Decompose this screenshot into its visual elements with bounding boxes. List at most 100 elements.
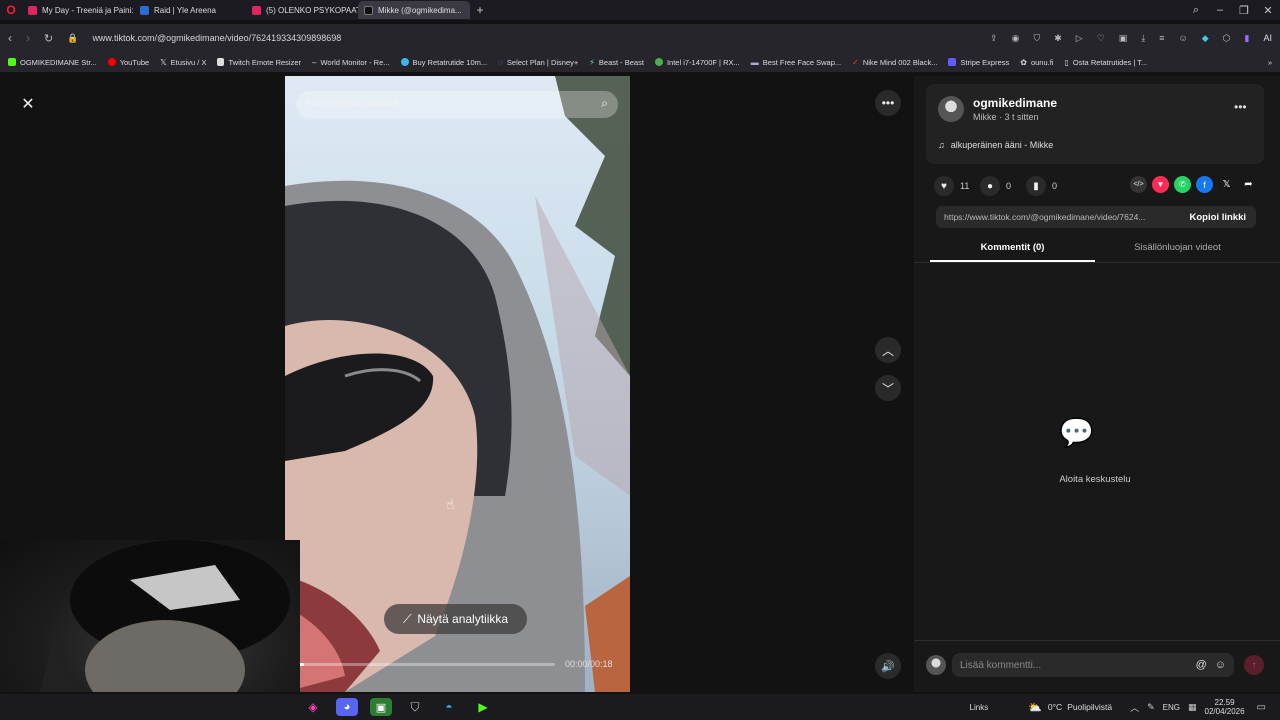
bookmark-item[interactable]: ✓ Nike Mind 002 Black...	[852, 58, 937, 67]
links-toolbar[interactable]: Links	[970, 703, 989, 712]
bookmark-label: Intel i7-14700F | RX...	[666, 57, 740, 67]
comment-input[interactable]: Lisää kommentti... @ ☺	[952, 653, 1234, 677]
page-icon	[217, 58, 225, 66]
wallet-icon[interactable]: ▣	[1119, 33, 1128, 44]
bookmark-item[interactable]: Stripe Express	[948, 58, 1009, 67]
facebook-icon[interactable]: f	[1196, 176, 1213, 193]
kick-app-icon[interactable]: ▶	[472, 698, 494, 716]
embed-code-icon[interactable]: </>	[1130, 176, 1147, 193]
whatsapp-icon[interactable]: ✆	[1174, 176, 1191, 193]
maximize-icon[interactable]: ❐	[1232, 4, 1256, 17]
bookmark-item[interactable]: OGMIKEDIMANE Str...	[8, 58, 97, 67]
language-indicator[interactable]: ENG	[1163, 703, 1180, 712]
weather-temp[interactable]: 0°C	[1048, 702, 1062, 712]
url-field[interactable]: www.tiktok.com/@ogmikedimane/video/76241…	[92, 33, 341, 43]
search-icon[interactable]: ⌕	[601, 96, 608, 111]
tab-comments[interactable]: Kommentit (0)	[930, 242, 1095, 253]
reload-icon[interactable]: ↻	[44, 32, 53, 45]
intel-icon	[654, 58, 663, 66]
weather-desc[interactable]: Puolipilvistä	[1067, 702, 1112, 712]
pen-icon[interactable]: ✎	[1147, 702, 1155, 713]
yle-favicon-icon	[140, 5, 149, 15]
minimize-icon[interactable]: –	[1208, 4, 1232, 16]
bookmark-item[interactable]: Intel i7-14700F | RX...	[654, 57, 740, 67]
network-icon[interactable]: ▦	[1188, 702, 1197, 713]
x-share-icon[interactable]: 𝕏	[1218, 176, 1235, 193]
new-tab-plus-icon[interactable]: +	[470, 3, 490, 17]
post-comment-button[interactable]: ↑	[1244, 655, 1264, 675]
youtube-favicon-icon	[28, 5, 37, 15]
cube-icon[interactable]: ⬡	[1223, 33, 1231, 44]
tab-my-day[interactable]: My Day - Treeniä ja Paini:	[22, 1, 134, 19]
tray-chevron-icon[interactable]: ︿	[1130, 701, 1139, 714]
tab-yle-areena[interactable]: Raid | Yle Areena	[134, 1, 246, 19]
share-page-icon[interactable]: ⇪	[990, 33, 998, 44]
bookmark-item[interactable]: ▯ Osta Retatrutides | T...	[1064, 58, 1147, 67]
share-arrow-icon[interactable]: ➦	[1240, 176, 1257, 193]
bookmark-item[interactable]: ◌ Select Plan | Disney+	[498, 58, 578, 67]
bookmark-icon[interactable]: ▮	[1026, 176, 1046, 196]
close-player-icon[interactable]: ✕	[16, 92, 40, 116]
windows-taskbar: ◈ ◕ ▣ ⛉ ◓ ▶ Links ⛅ 0°C Puolipilvistä ︿ …	[0, 694, 1280, 720]
bookmarks-more-icon[interactable]: »	[1268, 58, 1272, 67]
video-frame-image	[285, 76, 630, 692]
comment-placeholder: Lisää kommentti...	[960, 659, 1042, 671]
video-progress-bar[interactable]	[296, 663, 555, 666]
panel-more-icon[interactable]: •••	[1234, 100, 1247, 114]
bookmark-item[interactable]: ✿ ounu.fi	[1020, 58, 1053, 67]
heart-icon[interactable]: ♡	[1097, 33, 1105, 44]
mention-icon[interactable]: @	[1196, 659, 1207, 671]
disney-icon: ◌	[498, 57, 503, 67]
bookmark-item[interactable]: YouTube	[107, 58, 149, 67]
bookmark-item[interactable]: Buy Retatrutide 10m...	[400, 58, 487, 67]
clock[interactable]: 22.59 02/04/2026	[1205, 698, 1245, 716]
profile-icon[interactable]: ☺	[1179, 33, 1188, 43]
tab-creator-videos[interactable]: Sisällönluojan videot	[1095, 242, 1260, 253]
tab-olenko[interactable]: (5) OLENKO PSYKOPAATTI	[246, 1, 358, 19]
shield-app-icon[interactable]: ⛉	[404, 698, 426, 716]
forward-arrow-icon[interactable]: ›	[26, 31, 30, 45]
bookmark-item[interactable]: ▬ Best Free Face Swap...	[751, 58, 841, 67]
comment-bubble-icon[interactable]: ●	[980, 176, 1000, 196]
download-icon[interactable]: ⤓	[1141, 33, 1145, 44]
tabs-divider	[914, 262, 1280, 263]
send-to-friends-icon[interactable]: ▼	[1152, 176, 1169, 193]
show-analytics-button[interactable]: ⟋ Näytä analytiikka	[384, 604, 527, 634]
bookmark-label: Osta Retatrutides | T...	[1072, 57, 1148, 67]
copilot-icon[interactable]: ◈	[302, 698, 324, 716]
video-player[interactable]	[285, 76, 630, 692]
previous-video-icon[interactable]: ︿	[875, 337, 901, 363]
next-video-icon[interactable]: ﹀	[875, 375, 901, 401]
sound-row[interactable]: ♫ alkuperäinen ääni - Mikke	[938, 140, 1053, 150]
extension-purple-icon[interactable]: ▮	[1245, 33, 1250, 44]
more-options-icon[interactable]: •••	[875, 90, 901, 116]
play-icon[interactable]: ▷	[1076, 33, 1083, 44]
volume-icon[interactable]: 🔊	[875, 653, 901, 679]
tab-tiktok-active[interactable]: Mikke (@ogmikedima...	[358, 1, 470, 19]
menu-icon[interactable]: ≡	[1159, 33, 1164, 43]
related-search-input[interactable]: Hae liittyvää sisältöä ⌕	[296, 91, 618, 118]
extension-blue-icon[interactable]: ◆	[1202, 33, 1209, 44]
emoji-icon[interactable]: ☺	[1215, 659, 1226, 671]
bookmark-item[interactable]: 𝕏 Etusivu / X	[160, 58, 206, 67]
edge-icon[interactable]: ◓	[438, 698, 460, 716]
tab-search-icon[interactable]: ⌕	[1184, 4, 1208, 17]
ai-button[interactable]: AI	[1263, 33, 1272, 43]
creator-avatar[interactable]	[938, 96, 964, 122]
like-heart-icon[interactable]: ♥	[934, 176, 954, 196]
back-arrow-icon[interactable]: ‹	[8, 31, 12, 45]
creator-username[interactable]: ogmikedimane	[973, 96, 1057, 110]
close-window-icon[interactable]: ✕	[1256, 4, 1280, 17]
notifications-icon[interactable]: ▭	[1257, 702, 1266, 713]
copy-link-button[interactable]: Kopioi linkki	[1180, 212, 1256, 223]
shield-icon[interactable]: ⛉	[1033, 33, 1040, 44]
like-count: 11	[960, 181, 970, 191]
bookmark-item[interactable]: ⚡ Beast - Beast	[589, 58, 644, 67]
bookmark-item[interactable]: Twitch Emote Resizer	[217, 58, 301, 67]
opera-logo-icon[interactable]: O	[0, 3, 22, 17]
extensions-icon[interactable]: ✱	[1054, 33, 1062, 44]
bookmark-item[interactable]: – World Monitor - Re...	[312, 58, 390, 67]
app-green-icon[interactable]: ▣	[370, 698, 392, 716]
camera-icon[interactable]: ◉	[1012, 33, 1020, 44]
discord-icon[interactable]: ◕	[336, 698, 358, 716]
